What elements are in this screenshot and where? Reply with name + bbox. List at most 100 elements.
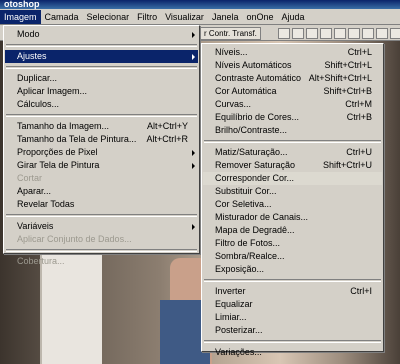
- menu-imagem[interactable]: Imagem: [0, 9, 41, 24]
- menu-item-girar[interactable]: Girar Tela de Pintura: [5, 159, 198, 172]
- menu-item-shortcut: Ctrl+U: [346, 147, 372, 157]
- menu-item-brilho[interactable]: Brilho/Contraste...: [203, 124, 382, 137]
- align-center-icon[interactable]: [334, 28, 346, 39]
- menu-item-niveis[interactable]: Níveis... Ctrl+L: [203, 46, 382, 59]
- menu-item-shortcut: Shift+Ctrl+L: [324, 60, 372, 70]
- menu-item-cor-seletiva[interactable]: Cor Seletiva...: [203, 198, 382, 211]
- menu-item-variaveis[interactable]: Variáveis: [5, 220, 198, 233]
- menu-item-niveis-auto[interactable]: Níveis Automáticos Shift+Ctrl+L: [203, 59, 382, 72]
- menu-item-ajustes[interactable]: Ajustes: [5, 50, 198, 63]
- menu-item-label: Filtro de Fotos...: [215, 238, 281, 248]
- align-middle-icon[interactable]: [292, 28, 304, 39]
- menu-item-sombra[interactable]: Sombra/Realce...: [203, 250, 382, 263]
- menu-separator: [6, 214, 197, 217]
- menu-item-posterizar[interactable]: Posterizar...: [203, 324, 382, 337]
- menu-item-label: Mapa de Degradê...: [215, 225, 295, 235]
- menu-item-proporcoes[interactable]: Proporções de Pixel: [5, 146, 198, 159]
- align-right-icon[interactable]: [348, 28, 360, 39]
- distribute-top-icon[interactable]: [362, 28, 374, 39]
- canvas-photo-door: [40, 255, 102, 364]
- menu-item-cobertura: Cobertura...: [5, 255, 198, 268]
- menu-item-label: Brilho/Contraste...: [215, 125, 288, 135]
- menu-camada[interactable]: Camada: [41, 10, 83, 24]
- menu-separator: [6, 66, 197, 69]
- menu-ajuda[interactable]: Ajuda: [278, 10, 309, 24]
- align-left-icon[interactable]: [320, 28, 332, 39]
- menu-onone[interactable]: onOne: [242, 10, 277, 24]
- menu-item-aplicar-conjunto: Aplicar Conjunto de Dados...: [5, 233, 198, 246]
- align-bottom-icon[interactable]: [306, 28, 318, 39]
- menu-item-substituir[interactable]: Substituir Cor...: [203, 185, 382, 198]
- menu-item-label: Exposição...: [215, 264, 265, 274]
- menu-item-limiar[interactable]: Limiar...: [203, 311, 382, 324]
- menu-item-variacoes[interactable]: Variações...: [203, 346, 382, 359]
- menu-item-label: Cálculos...: [17, 99, 60, 109]
- menu-item-label: Níveis Automáticos: [215, 60, 292, 70]
- menu-item-label: Limiar...: [215, 312, 247, 322]
- menu-separator: [204, 340, 381, 343]
- submenu-arrow-icon: [192, 150, 195, 156]
- menu-janela[interactable]: Janela: [208, 10, 243, 24]
- menu-item-shortcut: Shift+Ctrl+U: [322, 160, 372, 170]
- menu-item-tamanho-tela[interactable]: Tamanho da Tela de Pintura... Alt+Ctrl+R: [5, 133, 198, 146]
- menu-separator: [6, 44, 197, 47]
- menu-item-aplicar-imagem[interactable]: Aplicar Imagem...: [5, 85, 198, 98]
- menu-item-label: Aparar...: [17, 186, 52, 196]
- menu-item-equilibrio[interactable]: Equilíbrio de Cores... Ctrl+B: [203, 111, 382, 124]
- align-top-icon[interactable]: [278, 28, 290, 39]
- menu-item-label: Cortar: [17, 173, 43, 183]
- menu-item-shortcut: Ctrl+M: [345, 99, 372, 109]
- menu-item-aparar[interactable]: Aparar...: [5, 185, 198, 198]
- menu-item-label: Corresponder Cor...: [215, 173, 295, 183]
- menu-item-cor-auto[interactable]: Cor Automática Shift+Ctrl+B: [203, 85, 382, 98]
- menu-item-shortcut: Ctrl+I: [350, 286, 372, 296]
- menu-visualizar[interactable]: Visualizar: [161, 10, 208, 24]
- menu-item-remover-sat[interactable]: Remover Saturação Shift+Ctrl+U: [203, 159, 382, 172]
- menu-item-filtro-fotos[interactable]: Filtro de Fotos...: [203, 237, 382, 250]
- menu-item-label: Cor Automática: [215, 86, 277, 96]
- menu-item-exposicao[interactable]: Exposição...: [203, 263, 382, 276]
- menu-item-modo[interactable]: Modo: [5, 28, 198, 41]
- contr-transf-checkbox[interactable]: r Contr. Transf.: [200, 27, 261, 40]
- menu-item-contraste-auto[interactable]: Contraste Automático Alt+Shift+Ctrl+L: [203, 72, 382, 85]
- menu-item-revelar[interactable]: Revelar Todas: [5, 198, 198, 211]
- menu-item-shortcut: Alt+Ctrl+Y: [146, 121, 188, 131]
- menu-item-curvas[interactable]: Curvas... Ctrl+M: [203, 98, 382, 111]
- submenu-arrow-icon: [192, 224, 195, 230]
- menu-item-shortcut: Ctrl+B: [346, 112, 372, 122]
- menu-item-equalizar[interactable]: Equalizar: [203, 298, 382, 311]
- window-title: otoshop: [4, 0, 40, 9]
- menu-item-label: Modo: [17, 29, 40, 39]
- distribute-bottom-icon[interactable]: [390, 28, 400, 39]
- distribute-middle-icon[interactable]: [376, 28, 388, 39]
- imagem-menu: Modo Ajustes Duplicar... Aplicar Imagem.…: [3, 25, 200, 266]
- menu-item-label: Substituir Cor...: [215, 186, 277, 196]
- menu-item-matiz[interactable]: Matiz/Saturação... Ctrl+U: [203, 146, 382, 159]
- menu-filtro[interactable]: Filtro: [133, 10, 161, 24]
- menu-bar: Imagem Camada Selecionar Filtro Visualiz…: [0, 9, 400, 25]
- align-icons-group: [278, 28, 400, 39]
- menu-item-tamanho-imagem[interactable]: Tamanho da Imagem... Alt+Ctrl+Y: [5, 120, 198, 133]
- menu-item-label: Aplicar Imagem...: [17, 86, 88, 96]
- menu-item-label: Ajustes: [17, 51, 47, 61]
- menu-item-calculos[interactable]: Cálculos...: [5, 98, 198, 111]
- menu-item-label: Girar Tela de Pintura: [17, 160, 100, 170]
- menu-item-shortcut: Alt+Ctrl+R: [146, 134, 188, 144]
- submenu-arrow-icon: [192, 54, 195, 60]
- menu-item-label: Proporções de Pixel: [17, 147, 98, 157]
- menu-item-inverter[interactable]: Inverter Ctrl+I: [203, 285, 382, 298]
- menu-separator: [6, 114, 197, 117]
- menu-item-label: Tamanho da Tela de Pintura...: [17, 134, 137, 144]
- menu-item-duplicar[interactable]: Duplicar...: [5, 72, 198, 85]
- menu-selecionar[interactable]: Selecionar: [83, 10, 134, 24]
- menu-item-label: Matiz/Saturação...: [215, 147, 288, 157]
- menu-item-corresponder[interactable]: Corresponder Cor...: [203, 172, 382, 185]
- menu-item-label: Níveis...: [215, 47, 248, 57]
- menu-item-mapa-degrade[interactable]: Mapa de Degradê...: [203, 224, 382, 237]
- menu-item-label: Tamanho da Imagem...: [17, 121, 110, 131]
- submenu-arrow-icon: [192, 163, 195, 169]
- menu-item-misturador[interactable]: Misturador de Canais...: [203, 211, 382, 224]
- menu-separator: [6, 249, 197, 252]
- menu-item-label: Equilíbrio de Cores...: [215, 112, 300, 122]
- window-title-bar: otoshop: [0, 0, 400, 9]
